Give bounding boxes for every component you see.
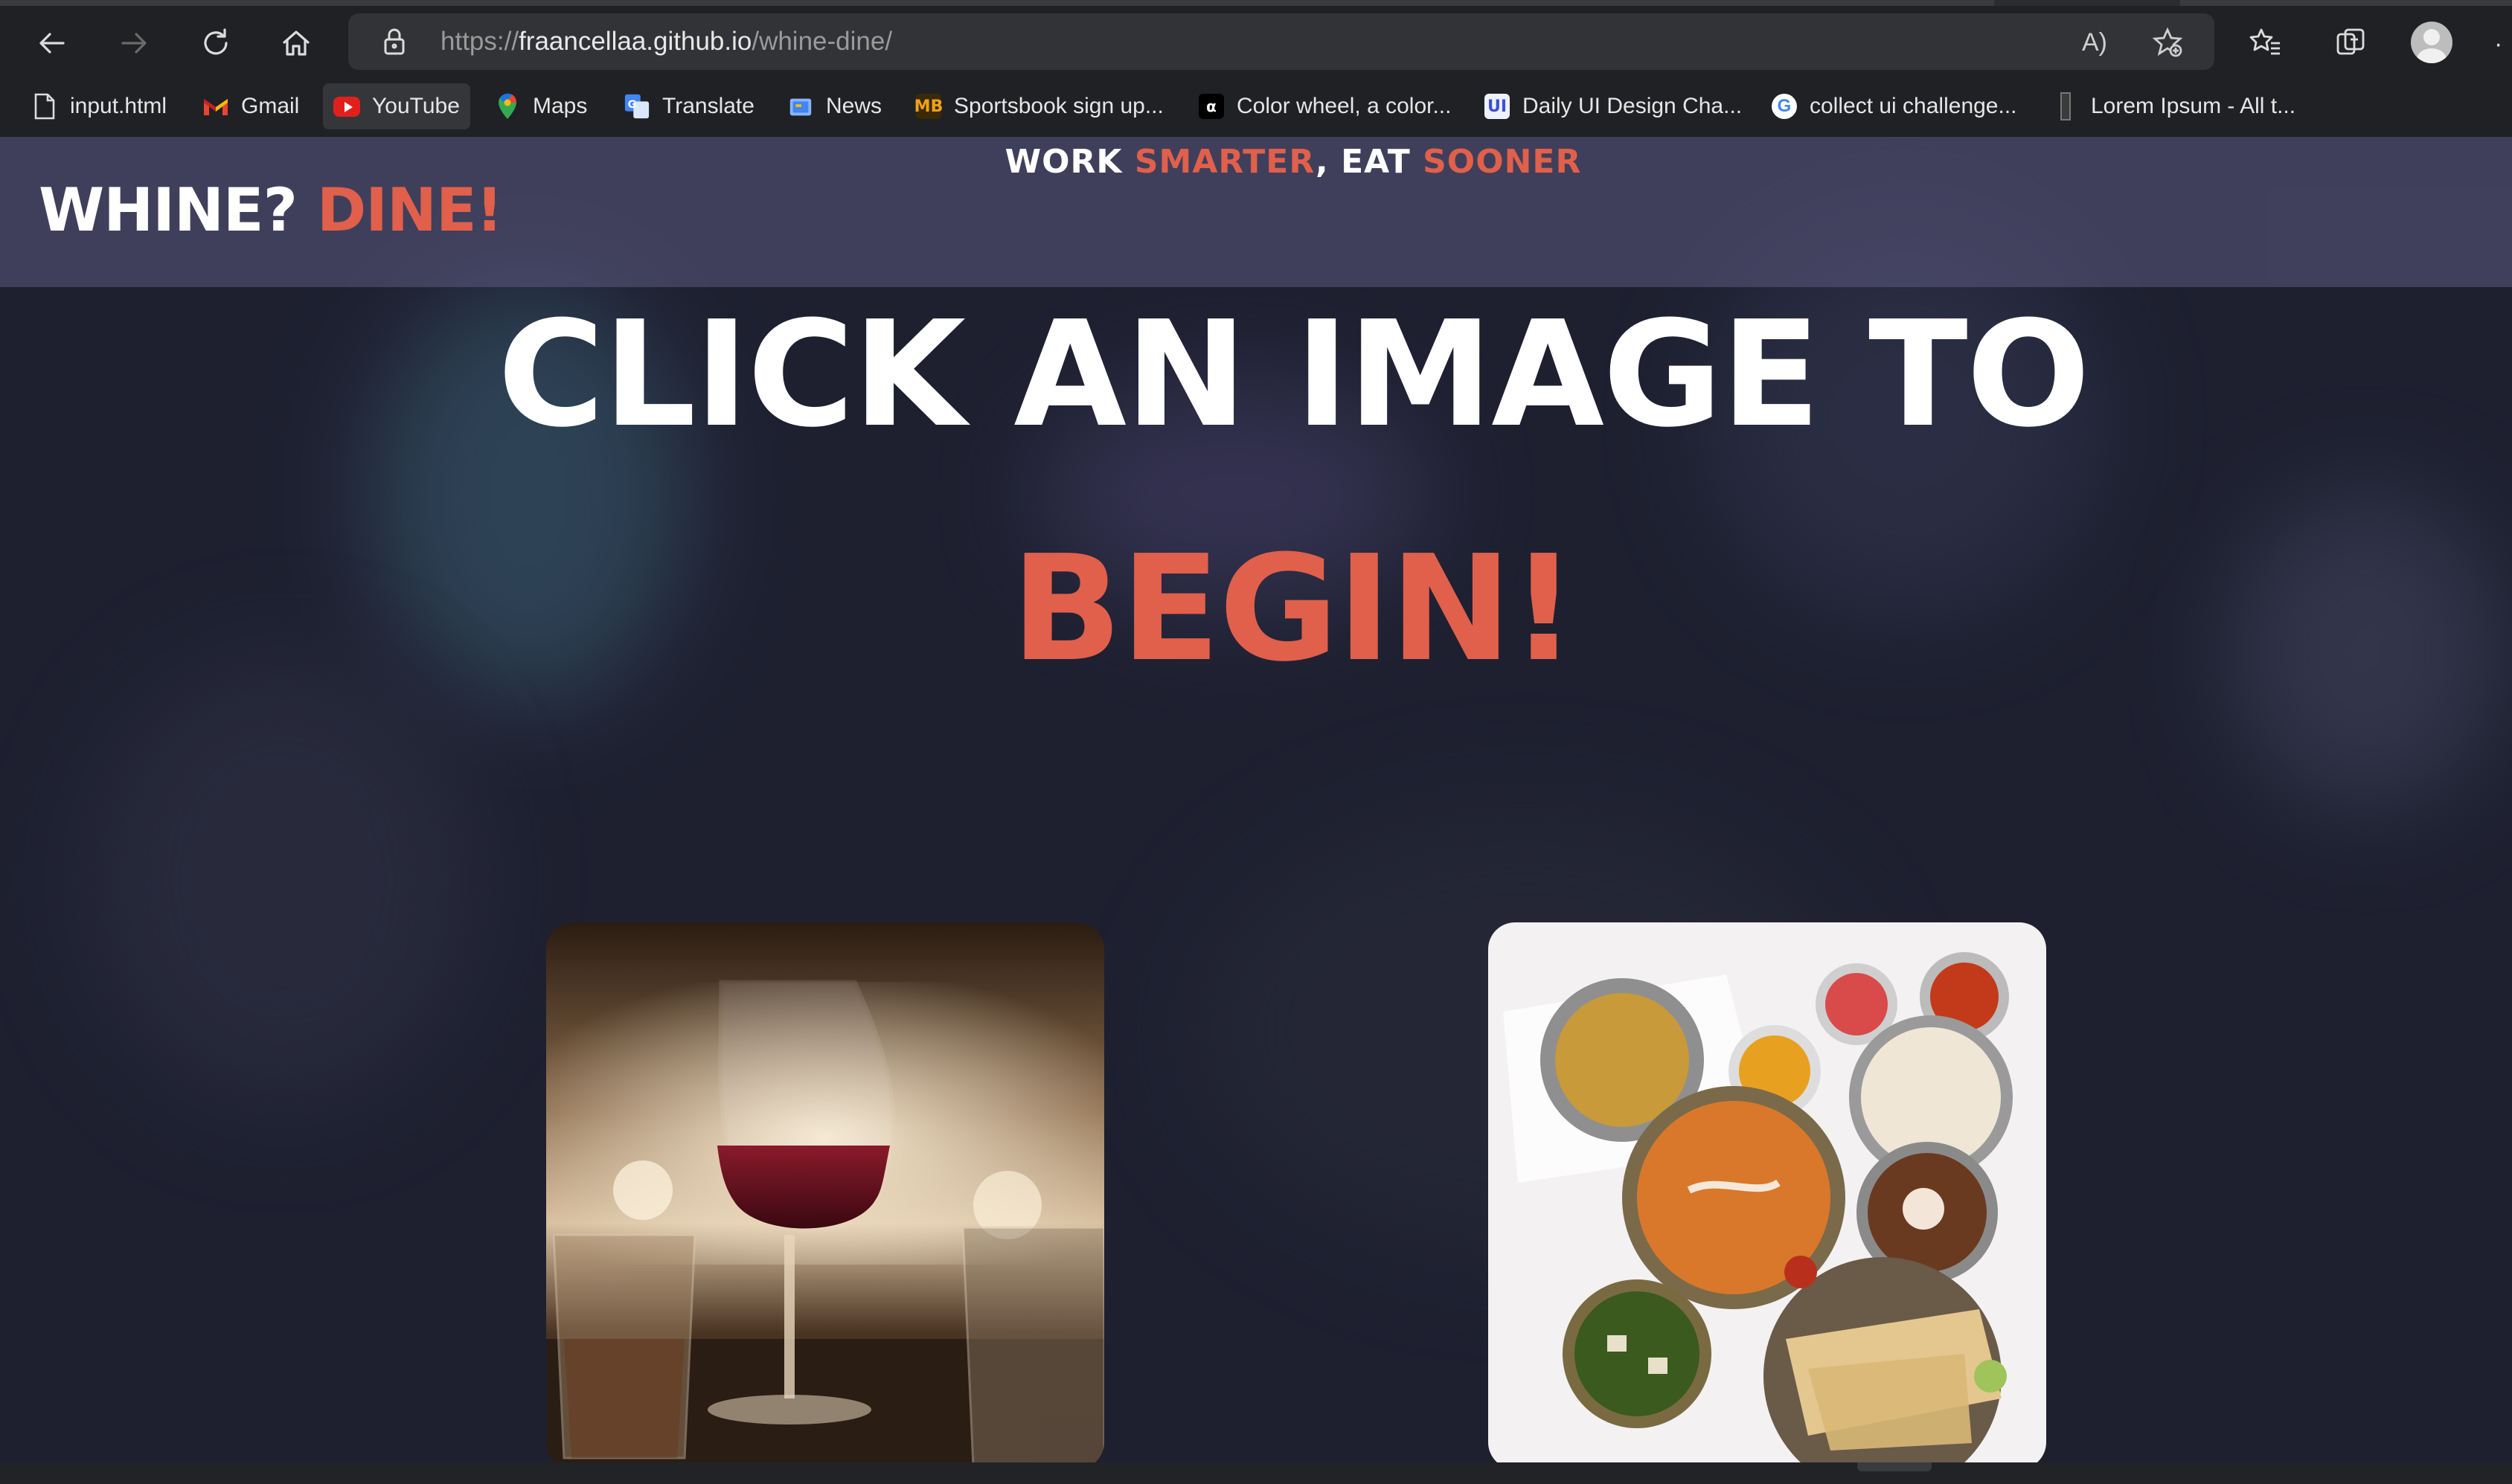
read-aloud-glyph: A) xyxy=(2082,28,2107,57)
lock-icon[interactable] xyxy=(378,25,411,58)
url-host: fraancellaa.github.io xyxy=(519,27,752,56)
lorem-icon xyxy=(2052,92,2079,121)
bookmark-label: Maps xyxy=(533,94,588,118)
tab-strip xyxy=(0,0,2512,6)
bookmark-lorem-ipsum[interactable]: Lorem Ipsum - All t... xyxy=(2042,83,2306,129)
forward-arrow-icon xyxy=(121,33,147,54)
bookmark-translate[interactable]: G Translate xyxy=(613,83,765,129)
site-logo[interactable]: WHINE? DINE! xyxy=(39,176,503,245)
url-path: /whine-dine/ xyxy=(752,27,893,56)
google-icon: G xyxy=(1771,93,1798,120)
bookmark-color-wheel[interactable]: α Color wheel, a color... xyxy=(1188,83,1461,129)
bookmark-collect-ui[interactable]: G collect ui challenge... xyxy=(1760,83,2028,129)
bookmarks-bar: input.html Gmail YouTube Maps G Translat… xyxy=(0,80,2512,132)
svg-text:G: G xyxy=(628,99,637,111)
tagline-part: , EAT xyxy=(1316,143,1423,181)
site-header: WORK SMARTER, EAT SOONER WHINE? DINE! xyxy=(0,137,2512,287)
bookmark-label: Gmail xyxy=(241,94,300,118)
read-aloud-icon[interactable]: A) xyxy=(2076,24,2113,61)
tagline-accent: SOONER xyxy=(1423,143,1582,181)
background-blur xyxy=(89,658,476,1104)
url-scheme: https:// xyxy=(440,27,519,56)
tagline-accent: SMARTER xyxy=(1134,143,1316,181)
hero-heading: CLICK AN IMAGE TO xyxy=(497,290,2091,460)
bookmark-label: Color wheel, a color... xyxy=(1237,94,1452,118)
more-options-icon[interactable]: · xyxy=(2494,30,2502,59)
bookmark-input-html[interactable]: input.html xyxy=(21,83,177,129)
tagline-part: WORK xyxy=(1005,143,1135,181)
tab-strip-segment xyxy=(0,0,1994,6)
bookmark-label: Daily UI Design Cha... xyxy=(1522,94,1743,118)
bookmark-label: collect ui challenge... xyxy=(1810,94,2017,118)
logo-whine: WHINE? xyxy=(39,176,317,245)
bookmark-news[interactable]: News xyxy=(777,83,892,129)
home-button[interactable] xyxy=(269,16,323,70)
url-text[interactable]: https://fraancellaa.github.io/whine-dine… xyxy=(440,22,892,61)
ui-icon: UI xyxy=(1484,93,1510,120)
indian-food-photo xyxy=(1488,922,2046,1462)
page-viewport: WORK SMARTER, EAT SOONER WHINE? DINE! CL… xyxy=(0,137,2512,1462)
bookmark-gmail[interactable]: Gmail xyxy=(192,83,310,129)
bookmark-label: Translate xyxy=(662,94,754,118)
browser-chrome: https://fraancellaa.github.io/whine-dine… xyxy=(0,0,2512,137)
address-bar[interactable]: https://fraancellaa.github.io/whine-dine… xyxy=(348,13,2214,70)
logo-dine: DINE! xyxy=(316,176,503,245)
bookmark-daily-ui[interactable]: UI Daily UI Design Cha... xyxy=(1473,83,1752,129)
gmail-icon xyxy=(202,93,229,120)
translate-icon: G xyxy=(624,93,650,120)
wine-glass-photo xyxy=(546,922,1104,1462)
wine-image-card[interactable] xyxy=(546,922,1104,1462)
tab-strip-segment xyxy=(2180,0,2512,6)
bookmark-label: Sportsbook sign up... xyxy=(954,94,1164,118)
home-icon xyxy=(283,30,310,56)
refresh-icon xyxy=(204,28,228,55)
profile-avatar[interactable] xyxy=(2411,22,2452,63)
bookmark-label: YouTube xyxy=(372,94,460,118)
scroll-nub[interactable] xyxy=(1857,1462,1932,1471)
favorites-icon[interactable] xyxy=(2240,16,2292,68)
bookmark-youtube[interactable]: YouTube xyxy=(323,83,470,129)
color-wheel-icon: α xyxy=(1198,93,1225,120)
back-arrow-icon xyxy=(39,33,65,54)
page-icon xyxy=(31,93,58,120)
news-icon xyxy=(787,93,814,120)
youtube-icon xyxy=(333,93,360,120)
collections-icon[interactable] xyxy=(2324,16,2377,68)
bookmark-maps[interactable]: Maps xyxy=(484,83,597,129)
bookmark-label: input.html xyxy=(70,94,167,118)
add-favorite-star-icon[interactable] xyxy=(2149,24,2186,61)
bookmark-label: Lorem Ipsum - All t... xyxy=(2091,94,2296,118)
maps-icon xyxy=(494,93,521,120)
bookmark-label: News xyxy=(826,94,882,118)
hero-heading-accent: BEGIN! xyxy=(1010,524,1577,694)
bookmark-sportsbook[interactable]: MB Sportsbook sign up... xyxy=(905,83,1174,129)
mb-icon: MB xyxy=(914,93,943,120)
back-button[interactable] xyxy=(25,16,79,70)
browser-bottom-edge xyxy=(0,1462,2512,1484)
food-image-card[interactable] xyxy=(1488,922,2046,1462)
forward-button[interactable] xyxy=(107,16,161,70)
refresh-button[interactable] xyxy=(189,16,243,70)
